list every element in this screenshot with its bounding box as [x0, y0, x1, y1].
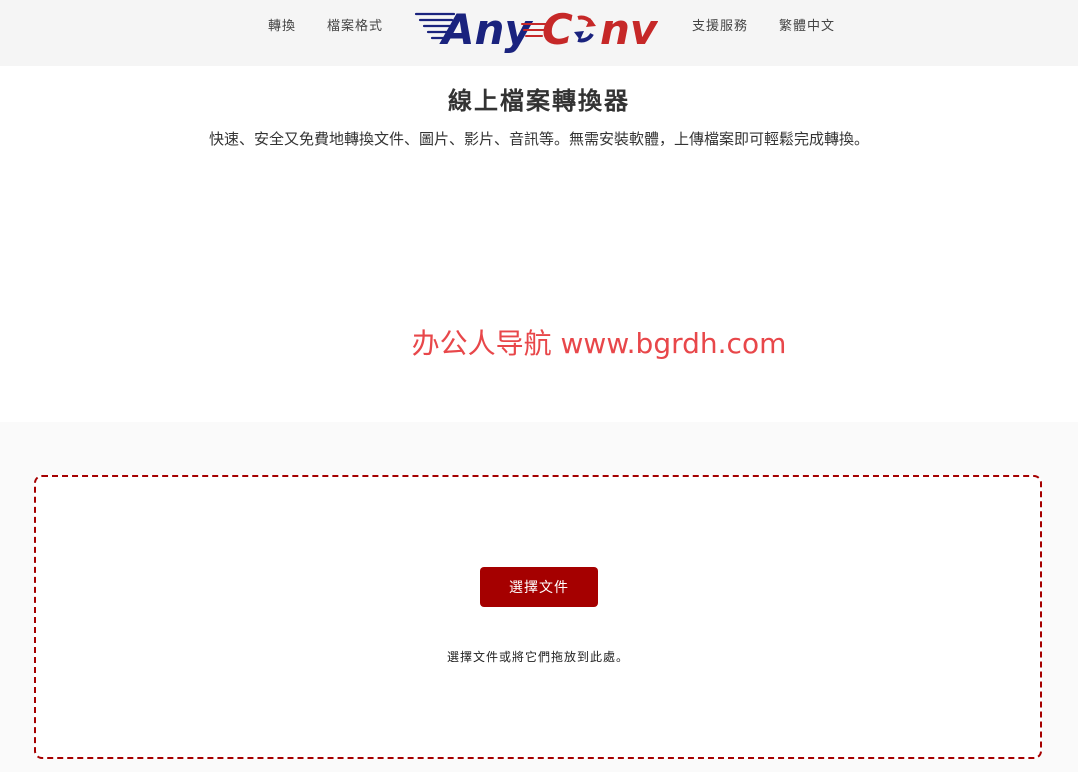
refresh-arrows-icon — [574, 15, 596, 43]
watermark-text: 办公人导航 www.bgrdh.com — [411, 327, 787, 360]
page-title: 線上檔案轉換器 — [448, 87, 630, 115]
anyconv-logo[interactable]: Any C nv — [414, 4, 659, 54]
anyconv-logo-mark: Any C nv — [414, 5, 659, 54]
language-selector[interactable]: 繁體中文 — [779, 18, 835, 36]
choose-file-button[interactable]: 選擇文件 — [480, 567, 598, 607]
nav-convert-link[interactable]: 轉換 — [268, 18, 296, 36]
nav-file-formats-link[interactable]: 檔案格式 — [327, 18, 383, 36]
hero-section: 線上檔案轉換器 快速、安全又免費地轉換文件、圖片、影片、音訊等。無需安裝軟體，上… — [0, 66, 1078, 422]
site-header: 轉換 檔案格式 Any C nv 支援服務 繁體中文 — [0, 0, 1078, 66]
page-subtitle: 快速、安全又免費地轉換文件、圖片、影片、音訊等。無需安裝軟體，上傳檔案即可輕鬆完… — [208, 130, 869, 148]
logo-text-c: C — [542, 5, 573, 54]
logo-text-nv: nv — [600, 5, 658, 54]
file-dropzone[interactable]: 選擇文件 選擇文件或將它們拖放到此處。 — [34, 475, 1042, 759]
dropzone-hint: 選擇文件或將它們拖放到此處。 — [446, 650, 629, 664]
logo-text-any: Any — [439, 5, 533, 54]
nav-support-link[interactable]: 支援服務 — [692, 18, 748, 36]
